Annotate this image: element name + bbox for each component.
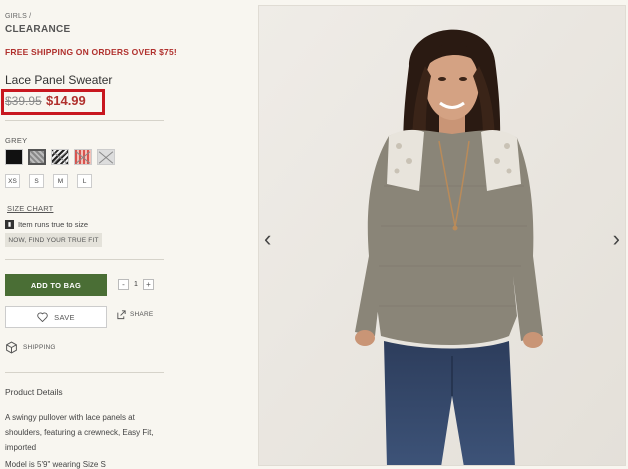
breadcrumb-separator: /	[29, 13, 32, 20]
model-photo	[259, 6, 625, 465]
qty-decrease-button[interactable]: -	[118, 279, 129, 290]
divider	[5, 372, 164, 373]
share-icon	[117, 310, 126, 320]
qty-value[interactable]: 1	[134, 281, 138, 288]
size-selector: XS S M L	[5, 174, 92, 188]
divider	[5, 120, 164, 121]
previous-image-arrow[interactable]: ‹	[264, 226, 271, 252]
size-xs[interactable]: XS	[5, 174, 20, 188]
ruler-icon: ▮	[5, 220, 14, 229]
shipping-label: SHIPPING	[23, 344, 56, 351]
product-description: A swingy pullover with lace panels at sh…	[5, 413, 154, 452]
qty-increase-button[interactable]: +	[142, 279, 154, 290]
share-label: SHARE	[130, 311, 154, 318]
sale-price: $14.99	[46, 93, 86, 108]
product-info-panel: GIRLS / CLEARANCE FREE SHIPPING ON ORDER…	[0, 0, 255, 469]
breadcrumb-parent[interactable]: GIRLS	[5, 13, 27, 20]
quantity-stepper: - 1 +	[118, 279, 154, 290]
size-m[interactable]: M	[53, 174, 68, 188]
size-chart-link[interactable]: SIZE CHART	[7, 204, 53, 213]
product-image[interactable]: ‹ ›	[258, 5, 626, 466]
swatch-black[interactable]	[5, 149, 23, 165]
product-details-heading[interactable]: Product Details	[5, 387, 63, 397]
original-price: $39.95	[5, 94, 42, 108]
box-icon	[6, 341, 17, 354]
free-shipping-promo: FREE SHIPPING ON ORDERS OVER $75!	[5, 47, 177, 57]
swatch-grey[interactable]	[28, 149, 46, 165]
fit-note-text: Item runs true to size	[18, 220, 89, 229]
heart-icon	[37, 312, 48, 322]
fit-note: ▮ Item runs true to size	[5, 220, 88, 229]
find-true-fit-button[interactable]: NOW, FIND YOUR TRUE FIT	[5, 233, 102, 247]
product-title: Lace Panel Sweater	[5, 73, 113, 87]
shipping-info-link[interactable]: SHIPPING	[5, 341, 56, 354]
save-label: SAVE	[54, 312, 75, 322]
swatch-red-stripe[interactable]	[74, 149, 92, 165]
model-info: Model is 5'9" wearing Size S	[5, 460, 106, 469]
breadcrumb-current[interactable]: CLEARANCE	[5, 24, 70, 35]
add-to-bag-button[interactable]: ADD TO BAG	[5, 274, 107, 296]
selected-color-label: GREY	[5, 136, 28, 145]
swatch-light-grey[interactable]	[97, 149, 115, 165]
share-button[interactable]: SHARE	[116, 309, 153, 320]
next-image-arrow[interactable]: ›	[613, 226, 620, 252]
breadcrumb[interactable]: GIRLS /	[5, 13, 31, 20]
size-l[interactable]: L	[77, 174, 92, 188]
divider	[5, 259, 164, 260]
size-s[interactable]: S	[29, 174, 44, 188]
save-button[interactable]: SAVE	[5, 306, 107, 328]
color-swatches	[5, 149, 115, 165]
swatch-black-white-pattern[interactable]	[51, 149, 69, 165]
